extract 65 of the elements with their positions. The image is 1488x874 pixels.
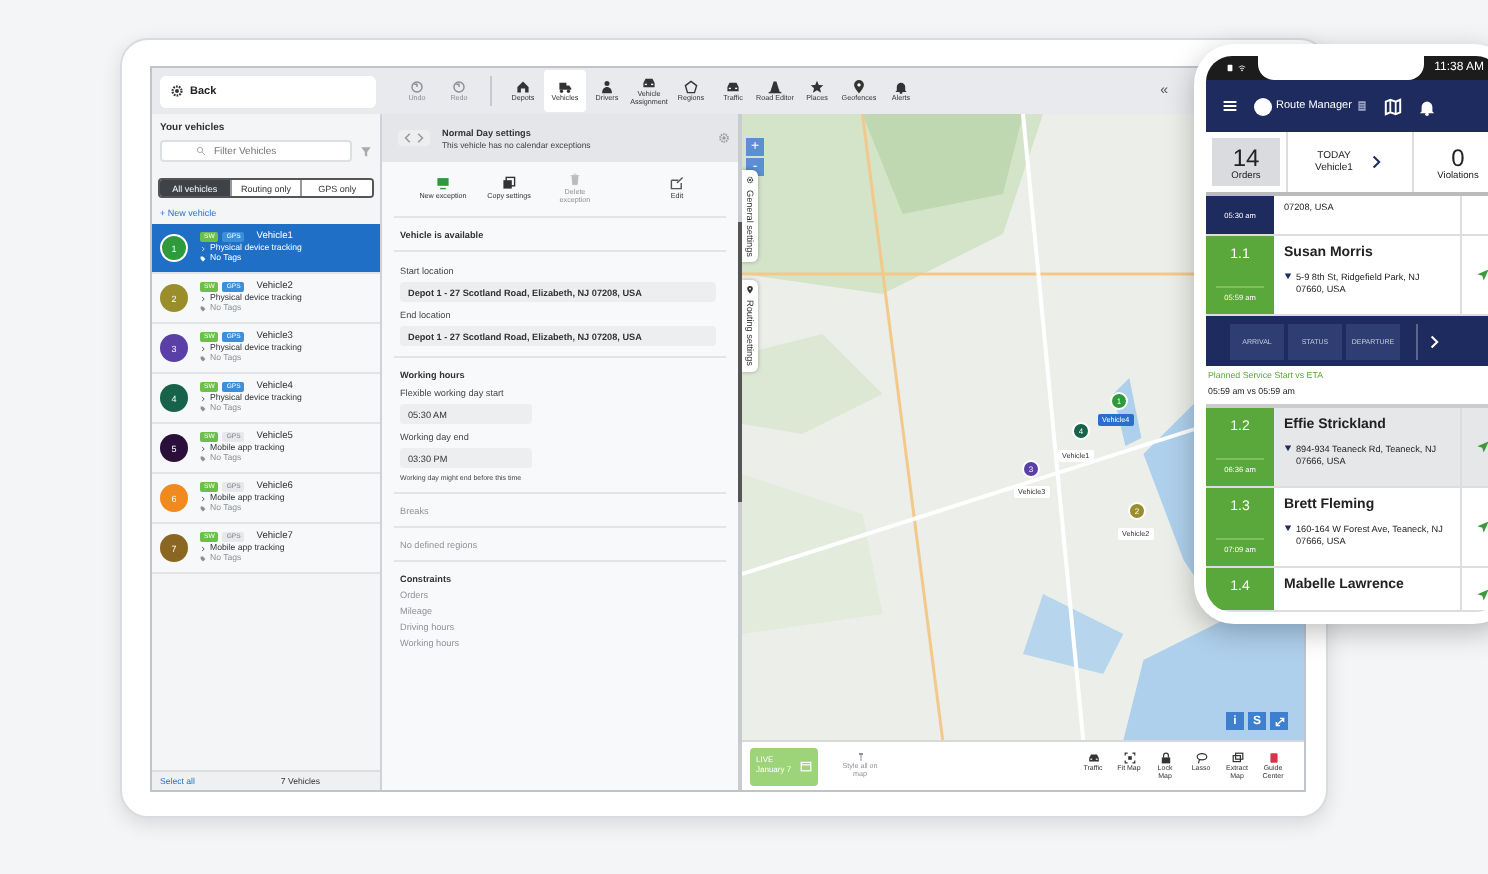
redo-icon — [452, 79, 466, 94]
cone-icon — [768, 79, 782, 94]
chevron-icon — [200, 495, 206, 502]
house-icon — [516, 79, 530, 94]
bell-icon — [1417, 97, 1436, 115]
tag-icon — [200, 506, 206, 513]
tag-icon — [200, 356, 206, 363]
pager-control[interactable] — [398, 130, 430, 146]
status-icon — [1226, 64, 1234, 72]
settings-icon — [718, 132, 730, 144]
tag-icon — [200, 456, 206, 463]
chevron-right-icon — [1368, 152, 1385, 172]
pin-icon — [746, 286, 754, 294]
person-icon — [600, 79, 614, 94]
violations-count: 0 — [1451, 143, 1465, 171]
car-icon — [642, 75, 656, 90]
layers-icon — [1231, 751, 1243, 764]
lasso-icon — [1195, 751, 1207, 764]
pin-icon — [852, 79, 866, 94]
fit-icon — [1123, 751, 1135, 764]
lock-icon — [1159, 751, 1171, 764]
pin-icon — [1284, 444, 1292, 452]
tag-icon — [200, 306, 206, 313]
tag-icon — [200, 406, 206, 413]
monitor-icon — [436, 176, 450, 191]
filter-icon — [360, 145, 372, 157]
car-icon — [726, 79, 740, 94]
calendar-icon — [800, 760, 812, 772]
trash-icon — [568, 172, 582, 187]
pentagon-icon — [684, 79, 698, 94]
search-icon — [196, 146, 206, 156]
expand-button[interactable] — [1270, 712, 1288, 730]
chevron-left-icon — [402, 132, 414, 144]
pin-icon — [1284, 524, 1292, 532]
signal-icon — [1238, 64, 1246, 72]
navigate-icon — [1475, 520, 1488, 534]
truck-icon — [558, 79, 572, 94]
chevron-right-icon — [414, 132, 426, 144]
style-icon — [855, 752, 865, 763]
orders-count: 14 — [1232, 143, 1260, 171]
chevron-icon — [200, 295, 206, 302]
chevron-icon — [200, 245, 206, 252]
undo-icon — [410, 79, 424, 94]
star-icon — [810, 79, 824, 94]
copy-icon — [502, 176, 516, 191]
document-icon — [1355, 98, 1368, 114]
navigate-icon — [1475, 440, 1488, 454]
pin-icon — [1284, 272, 1292, 280]
tag-icon — [200, 256, 206, 263]
guide-icon — [1267, 751, 1279, 764]
chevron-icon — [200, 395, 206, 402]
navigate-icon — [1475, 268, 1488, 282]
logo-icon — [1254, 97, 1272, 115]
chevron-icon — [200, 445, 206, 452]
chevron-icon — [200, 545, 206, 552]
navigate-icon — [1475, 588, 1488, 602]
menu-icon — [1222, 98, 1238, 114]
bell-icon — [894, 79, 908, 94]
chevron-icon — [200, 345, 206, 352]
car-icon — [1087, 751, 1099, 764]
tag-icon — [200, 556, 206, 563]
edit-icon — [670, 176, 684, 191]
map-icon — [1383, 97, 1402, 115]
settings-icon — [746, 176, 754, 184]
expand-icon — [1273, 715, 1285, 727]
